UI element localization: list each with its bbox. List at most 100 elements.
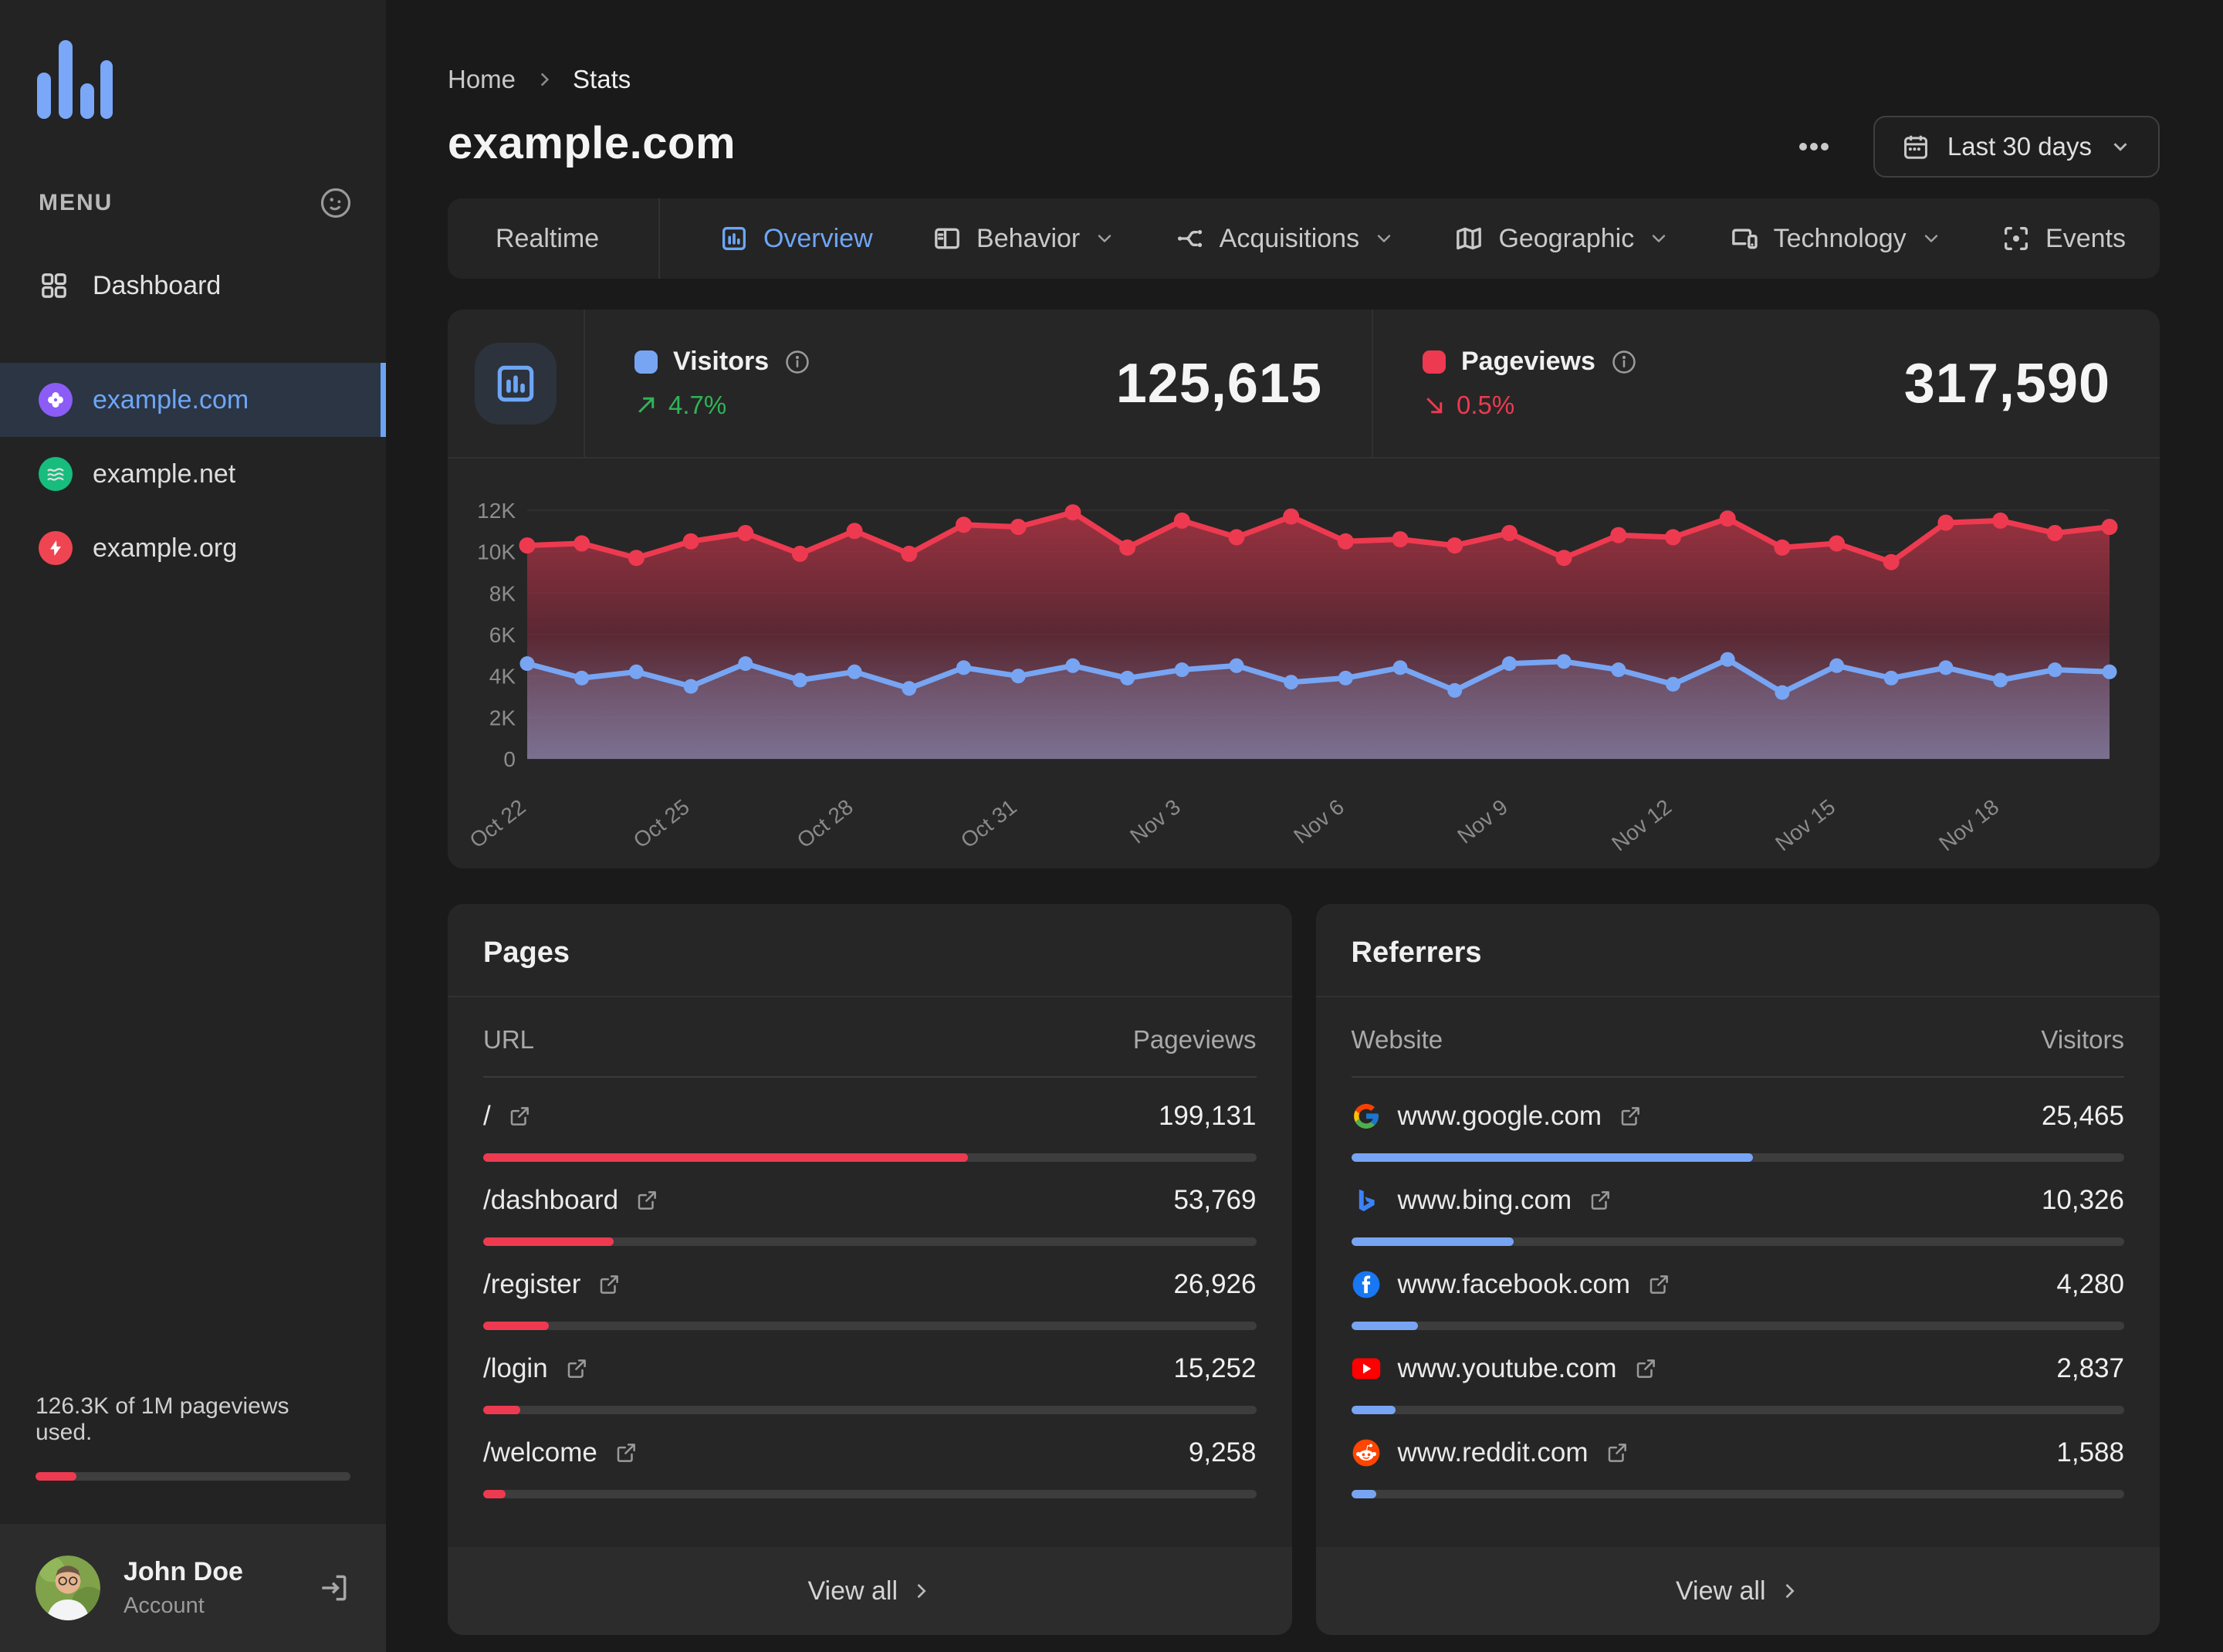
tab-acquisitions[interactable]: Acquisitions	[1175, 223, 1395, 254]
tab-label: Geographic	[1498, 223, 1635, 253]
tab-events[interactable]: Events	[2001, 223, 2126, 254]
referrer-label[interactable]: www.facebook.com	[1398, 1269, 1631, 1300]
facebook-favicon-icon	[1352, 1270, 1381, 1299]
more-options-icon[interactable]	[1798, 141, 1830, 152]
pageviews-value: 317,590	[1903, 352, 2110, 415]
chart-card-icon-cell	[448, 310, 585, 457]
page-value: 26,926	[1173, 1269, 1257, 1299]
svg-text:Oct 31: Oct 31	[956, 794, 1021, 852]
traffic-chart[interactable]: 0 2K 4K 6K 8K 10K 12K Oct 22 Oct 25 Oct 28 Oct 31 N…	[448, 459, 2160, 867]
tab-bar: Realtime Overview Behavior Acquisitions Geog…	[448, 198, 2160, 279]
sidebar-item-label: Dashboard	[93, 270, 222, 300]
referrer-label[interactable]: www.bing.com	[1398, 1185, 1572, 1216]
page-label[interactable]: /register	[483, 1269, 580, 1300]
svg-text:Nov 18: Nov 18	[1934, 794, 2003, 855]
external-link-icon[interactable]	[1619, 1105, 1642, 1128]
geographic-icon	[1453, 223, 1484, 254]
tab-overview[interactable]: Overview	[719, 223, 873, 254]
tab-realtime[interactable]: Realtime	[482, 224, 599, 254]
external-link-icon[interactable]	[565, 1357, 588, 1380]
svg-text:10K: 10K	[477, 540, 516, 564]
svg-text:Oct 28: Oct 28	[793, 794, 858, 852]
breadcrumb-home[interactable]: Home	[448, 65, 516, 94]
referrer-label[interactable]: www.youtube.com	[1398, 1353, 1617, 1384]
user-name: John Doe	[124, 1557, 243, 1586]
svg-text:0: 0	[503, 747, 516, 771]
menu-heading: MENU	[39, 190, 113, 215]
trend-up-icon	[634, 394, 658, 417]
pageviews-stat: Pageviews 0.5% 317,590	[1372, 310, 2160, 457]
page-value: 15,252	[1173, 1353, 1257, 1383]
page-label[interactable]: /welcome	[483, 1437, 597, 1468]
svg-text:Oct 25: Oct 25	[629, 794, 694, 852]
main-content: Home Stats example.com Last 30 days Real…	[386, 0, 2223, 1652]
behavior-icon	[932, 223, 963, 254]
chevron-down-icon	[1373, 228, 1395, 249]
logout-icon[interactable]	[316, 1571, 350, 1605]
referrer-row: www.youtube.com 2,837	[1351, 1330, 2124, 1414]
external-link-icon[interactable]	[597, 1273, 621, 1296]
info-icon[interactable]	[784, 349, 810, 375]
external-link-icon[interactable]	[508, 1105, 531, 1128]
bolt-icon	[39, 531, 73, 565]
page-row: /dashboard 53,769	[483, 1162, 1257, 1246]
svg-text:Nov 12: Nov 12	[1607, 794, 1676, 855]
user-role: Account	[124, 1593, 205, 1618]
sidebar-item-dashboard[interactable]: Dashboard	[0, 270, 386, 301]
date-range-label: Last 30 days	[1947, 132, 2092, 161]
tab-geographic[interactable]: Geographic	[1453, 223, 1670, 254]
bing-favicon-icon	[1352, 1186, 1381, 1215]
referrers-col-website: Website	[1351, 1025, 1443, 1054]
technology-icon	[1729, 223, 1760, 254]
tab-behavior[interactable]: Behavior	[932, 223, 1115, 254]
pageviews-label: Pageviews	[1461, 347, 1595, 376]
tab-label: Behavior	[976, 223, 1081, 253]
page-bar	[483, 1406, 1257, 1414]
breadcrumb-current: Stats	[573, 65, 631, 93]
svg-text:4K: 4K	[489, 665, 516, 689]
stats-chart-icon	[475, 342, 557, 425]
referrers-view-all-button[interactable]: View all	[1315, 1547, 2160, 1635]
referrer-row: www.facebook.com 4,280	[1351, 1246, 2124, 1330]
referrer-row: www.bing.com 10,326	[1351, 1162, 2124, 1246]
account-section[interactable]: John Doe Account	[0, 1524, 386, 1652]
external-link-icon[interactable]	[614, 1441, 638, 1464]
clover-icon	[39, 383, 73, 417]
page-label[interactable]: /	[483, 1101, 491, 1132]
app-logo[interactable]	[0, 0, 386, 120]
chevron-down-icon	[1920, 228, 1942, 249]
page-value: 53,769	[1173, 1185, 1257, 1215]
external-link-icon[interactable]	[635, 1189, 658, 1212]
pages-view-all-button[interactable]: View all	[448, 1547, 1292, 1635]
external-link-icon[interactable]	[1634, 1357, 1657, 1380]
sidebar-item-example.com[interactable]: example.com	[0, 363, 386, 437]
dashboard-grid-icon	[39, 270, 69, 301]
page-label[interactable]: /dashboard	[483, 1185, 618, 1216]
external-link-icon[interactable]	[1606, 1441, 1629, 1464]
sidebar-item-example.net[interactable]: example.net	[0, 437, 386, 511]
referrer-value: 2,837	[2056, 1353, 2124, 1383]
referrer-bar	[1351, 1237, 2124, 1246]
referrer-label[interactable]: www.reddit.com	[1398, 1437, 1589, 1468]
site-label: example.org	[93, 533, 238, 563]
referrer-bar	[1351, 1322, 2124, 1330]
referrer-label[interactable]: www.google.com	[1398, 1101, 1602, 1132]
page-bar	[483, 1322, 1257, 1330]
theme-toggle-icon[interactable]	[320, 187, 352, 219]
tab-technology[interactable]: Technology	[1729, 223, 1942, 254]
date-range-button[interactable]: Last 30 days	[1873, 116, 2160, 178]
referrer-bar	[1351, 1153, 2124, 1162]
referrer-value: 25,465	[2041, 1101, 2124, 1131]
avatar	[36, 1556, 100, 1620]
site-label: example.com	[93, 384, 249, 415]
page-value: 9,258	[1188, 1437, 1257, 1468]
sidebar-item-example.org[interactable]: example.org	[0, 511, 386, 585]
referrer-value: 10,326	[2041, 1185, 2124, 1215]
external-link-icon[interactable]	[1647, 1273, 1670, 1296]
info-icon[interactable]	[1611, 349, 1637, 375]
usage-meter: 126.3K of 1M pageviews used.	[0, 1393, 386, 1524]
page-label[interactable]: /login	[483, 1353, 548, 1384]
external-link-icon[interactable]	[1589, 1189, 1612, 1212]
page-bar	[483, 1237, 1257, 1246]
chevron-right-icon	[1778, 1580, 1800, 1602]
